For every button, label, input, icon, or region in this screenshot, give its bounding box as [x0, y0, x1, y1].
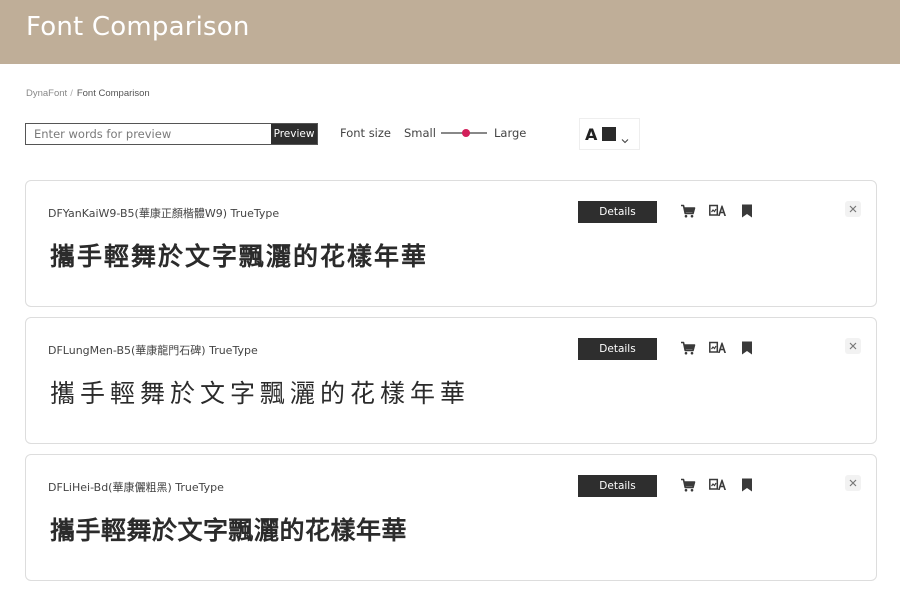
page-header: Font Comparison: [0, 0, 900, 64]
font-name: DFYanKaiW9-B5(華康正顏楷體W9) TrueType: [48, 207, 280, 220]
details-button[interactable]: Details: [578, 475, 657, 497]
breadcrumb-separator: /: [70, 88, 73, 99]
close-icon: [849, 205, 857, 213]
remove-font-button[interactable]: [845, 338, 861, 354]
cart-icon[interactable]: [680, 203, 696, 219]
font-card: DFLungMen-B5(華康龍門石碑) TrueType 攜手輕舞於文字飄灑的…: [25, 317, 877, 444]
font-size-slider[interactable]: [441, 128, 487, 138]
compare-icon[interactable]: [709, 203, 726, 219]
remove-font-button[interactable]: [845, 475, 861, 491]
preview-text-input[interactable]: [26, 124, 271, 144]
font-sample-text: 攜手輕舞於文字飄灑的花樣年華: [50, 242, 429, 271]
breadcrumb: DynaFont / Font Comparison: [26, 88, 150, 99]
font-size-slider-thumb[interactable]: [462, 129, 471, 137]
breadcrumb-current: Font Comparison: [76, 88, 150, 99]
bookmark-icon[interactable]: [740, 203, 756, 219]
bookmark-icon[interactable]: [740, 477, 756, 493]
text-color-letter: A: [585, 124, 598, 144]
close-icon: [849, 342, 857, 350]
cart-icon[interactable]: [680, 340, 696, 356]
text-color-swatch: [602, 127, 617, 141]
font-sample-text: 攜手輕舞於文字飄灑的花樣年華: [50, 379, 471, 408]
font-size-label: Font size: [340, 126, 391, 140]
font-card: DFYanKaiW9-B5(華康正顏楷體W9) TrueType 攜手輕舞於文字…: [25, 180, 877, 307]
remove-font-button[interactable]: [845, 201, 861, 217]
details-button[interactable]: Details: [578, 201, 657, 223]
font-sample-text: 攜手輕舞於文字飄灑的花樣年華: [50, 516, 408, 545]
font-card: DFLiHei-Bd(華康儷粗黑) TrueType 攜手輕舞於文字飄灑的花樣年…: [25, 454, 877, 581]
font-name: DFLiHei-Bd(華康儷粗黑) TrueType: [48, 481, 224, 494]
page-title: Font Comparison: [26, 12, 250, 42]
chevron-down-icon: [621, 131, 629, 144]
font-name: DFLungMen-B5(華康龍門石碑) TrueType: [48, 344, 258, 357]
cart-icon[interactable]: [680, 477, 696, 493]
close-icon: [849, 479, 857, 487]
bookmark-icon[interactable]: [740, 340, 756, 356]
preview-search: Preview: [25, 123, 318, 145]
size-large-label: Large: [494, 126, 527, 140]
details-button[interactable]: Details: [578, 338, 657, 360]
size-small-label: Small: [404, 126, 436, 140]
text-color-picker[interactable]: A: [579, 118, 640, 150]
compare-icon[interactable]: [709, 340, 726, 356]
breadcrumb-home-link[interactable]: DynaFont: [26, 88, 67, 99]
compare-icon[interactable]: [709, 477, 726, 493]
preview-button[interactable]: Preview: [271, 124, 317, 144]
